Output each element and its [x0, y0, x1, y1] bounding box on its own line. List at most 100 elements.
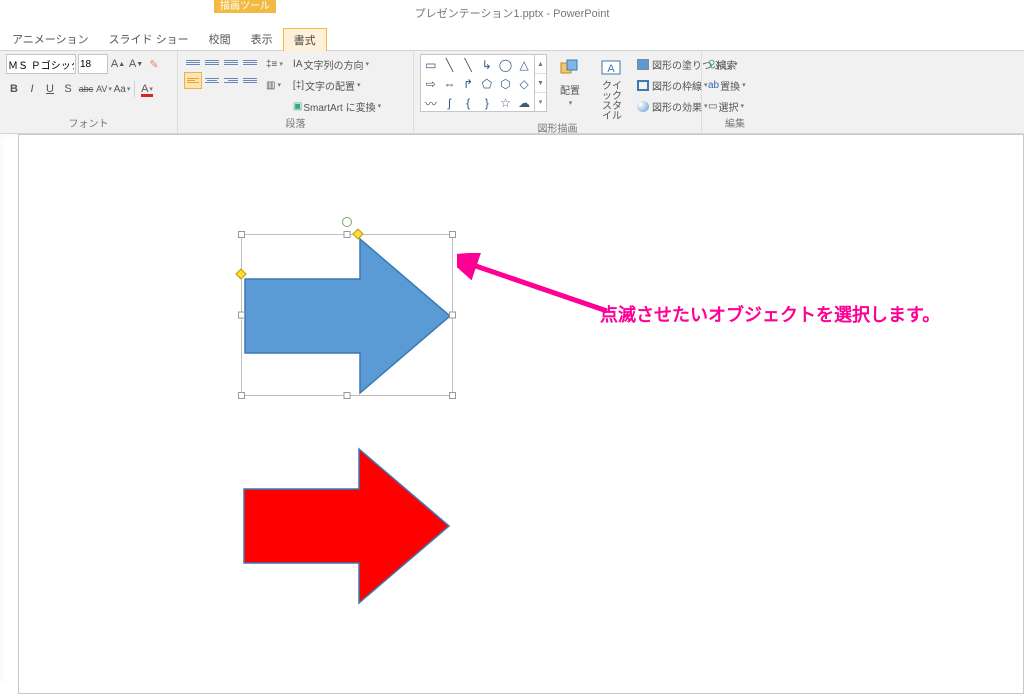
contextual-tab: 描画ツール — [214, 0, 276, 13]
tab-slideshow[interactable]: スライド ショー — [99, 28, 199, 50]
group-label-font: フォント — [6, 119, 171, 133]
ribbon: A▲ A▼ ✎ B I U S abc AV▾ Aa▾ A▾ フォント — [0, 50, 1024, 134]
increase-font-button[interactable]: A▲ — [110, 55, 126, 73]
shape-elbow-icon[interactable]: ↱ — [459, 75, 477, 93]
shape-curve-icon[interactable]: 〰 — [422, 94, 440, 112]
annotation-arrow — [457, 253, 617, 323]
columns-button[interactable]: ▥▾ — [266, 75, 283, 95]
align-center-button[interactable] — [203, 72, 221, 89]
tab-review[interactable]: 校閲 — [199, 28, 241, 50]
select-button[interactable]: ▭ 選択▾ — [708, 96, 746, 116]
resize-handle-e[interactable] — [449, 312, 456, 319]
find-button[interactable]: ⚲ 検索 — [708, 54, 746, 74]
slide[interactable]: 点滅させたいオブジェクトを選択します。 — [18, 134, 1024, 694]
group-editing: ⚲ 検索 ab 置換▾ ▭ 選択▾ 編集 — [702, 51, 768, 133]
separator — [134, 81, 135, 97]
arrange-button[interactable]: 配置 ▾ — [551, 54, 589, 109]
shape-line-icon[interactable]: ╲ — [441, 56, 459, 74]
shapes-gallery[interactable]: ▭ ╲ ╲ ↳ ◯ △ ⇨ ⇔ ↱ ⬠ ⬡ ◇ 〰 ʃ { } ☆ — [420, 54, 535, 112]
shape-brace-icon[interactable]: { — [459, 94, 477, 112]
quick-styles-label: クイック スタイル — [598, 82, 626, 122]
text-direction-button[interactable]: ⅠA 文字列の方向▾ — [293, 54, 381, 74]
replace-icon: ab — [708, 80, 719, 91]
group-paragraph: ‡≡▾ ▥▾ ⅠA 文字列の方向▾ [‡] 文字の配置▾ ▣ SmartArt … — [178, 51, 414, 133]
quick-styles-button[interactable]: A クイック スタイル — [593, 54, 631, 124]
resize-handle-n[interactable] — [344, 231, 351, 238]
change-case-button[interactable]: Aa▾ — [114, 80, 130, 98]
char-spacing-button[interactable]: AV▾ — [96, 80, 112, 98]
bullets-button[interactable] — [184, 54, 202, 71]
drawing-tools-label: 描画ツール — [214, 0, 276, 13]
convert-smartart-button[interactable]: ▣ SmartArt に変換▾ — [293, 96, 381, 116]
tab-animation[interactable]: アニメーション — [2, 28, 99, 50]
list-align-row1 — [184, 54, 259, 71]
font-name-select[interactable] — [6, 54, 76, 74]
shape-rect-icon[interactable]: ▭ — [422, 56, 440, 74]
gallery-scroll[interactable]: ▲ ▼ ▾ — [535, 54, 547, 112]
resize-handle-se[interactable] — [449, 392, 456, 399]
annotation-text: 点滅させたいオブジェクトを選択します。 — [600, 301, 940, 327]
shape-line2-icon[interactable]: ╲ — [459, 56, 477, 74]
rotation-handle[interactable] — [342, 217, 352, 227]
gallery-up-icon[interactable]: ▲ — [535, 55, 546, 73]
arrange-icon — [556, 56, 584, 80]
bold-button[interactable]: B — [6, 80, 22, 98]
fill-swatch-icon — [637, 59, 649, 70]
resize-handle-s[interactable] — [344, 392, 351, 399]
shape-darrow-icon[interactable]: ⇔ — [441, 75, 459, 93]
outline-swatch-icon — [637, 80, 649, 91]
group-label-paragraph: 段落 — [184, 119, 407, 133]
underline-button[interactable]: U — [42, 80, 58, 98]
font-size-select[interactable] — [78, 54, 108, 74]
shape-cloud-icon[interactable]: ☁ — [515, 94, 533, 112]
binoculars-icon: ⚲ — [708, 59, 715, 70]
gallery-more-icon[interactable]: ▾ — [535, 92, 546, 111]
resize-handle-ne[interactable] — [449, 231, 456, 238]
shape-hex-icon[interactable]: ⬡ — [497, 75, 515, 93]
shape-callout-icon[interactable]: ◇ — [515, 75, 533, 93]
shape-arrow-icon[interactable]: ⇨ — [422, 75, 440, 93]
gallery-down-icon[interactable]: ▼ — [535, 73, 546, 92]
shape-free-icon[interactable]: ʃ — [441, 94, 459, 112]
align-justify-button[interactable] — [241, 72, 259, 89]
italic-button[interactable]: I — [24, 80, 40, 98]
ribbon-tabs: アニメーション スライド ショー 校閲 表示 書式 — [0, 28, 1024, 50]
resize-handle-w[interactable] — [238, 312, 245, 319]
font-color-button[interactable]: A▾ — [139, 80, 155, 98]
group-drawing: ▭ ╲ ╲ ↳ ◯ △ ⇨ ⇔ ↱ ⬠ ⬡ ◇ 〰 ʃ { } ☆ — [414, 51, 702, 133]
numbering-button[interactable] — [203, 54, 221, 71]
red-arrow-shape[interactable] — [241, 445, 453, 607]
shadow-button[interactable]: S — [60, 80, 76, 98]
alignment-row — [184, 72, 259, 89]
selection-frame[interactable] — [241, 234, 453, 396]
chevron-down-icon: ▾ — [569, 99, 573, 107]
canvas-area: 点滅させたいオブジェクトを選択します。 — [0, 134, 1024, 682]
inc-indent-button[interactable] — [241, 54, 259, 71]
shape-brace2-icon[interactable]: } — [478, 94, 496, 112]
replace-button[interactable]: ab 置換▾ — [708, 75, 746, 95]
decrease-font-button[interactable]: A▼ — [128, 55, 144, 73]
svg-text:A: A — [607, 63, 615, 75]
shape-connector-icon[interactable]: ↳ — [478, 56, 496, 74]
arrange-label: 配置 — [560, 82, 580, 97]
shape-star-icon[interactable]: ☆ — [497, 94, 515, 112]
shape-triangle-icon[interactable]: △ — [515, 56, 533, 74]
effects-swatch-icon — [637, 101, 649, 112]
group-label-editing: 編集 — [708, 119, 762, 133]
shape-pent-icon[interactable]: ⬠ — [478, 75, 496, 93]
clear-format-button[interactable]: ✎ — [146, 55, 162, 73]
group-font: A▲ A▼ ✎ B I U S abc AV▾ Aa▾ A▾ フォント — [0, 51, 178, 133]
shape-oval-icon[interactable]: ◯ — [497, 56, 515, 74]
resize-handle-nw[interactable] — [238, 231, 245, 238]
tab-format[interactable]: 書式 — [283, 28, 327, 51]
align-right-button[interactable] — [222, 72, 240, 89]
line-spacing-button[interactable]: ‡≡▾ — [266, 54, 283, 74]
blue-arrow-shape[interactable] — [242, 235, 454, 397]
strike-button[interactable]: abc — [78, 80, 94, 98]
text-align-v-button[interactable]: [‡] 文字の配置▾ — [293, 75, 381, 95]
dec-indent-button[interactable] — [222, 54, 240, 71]
quick-styles-icon: A — [598, 56, 626, 80]
resize-handle-sw[interactable] — [238, 392, 245, 399]
tab-view[interactable]: 表示 — [241, 28, 283, 50]
align-left-button[interactable] — [184, 72, 202, 89]
